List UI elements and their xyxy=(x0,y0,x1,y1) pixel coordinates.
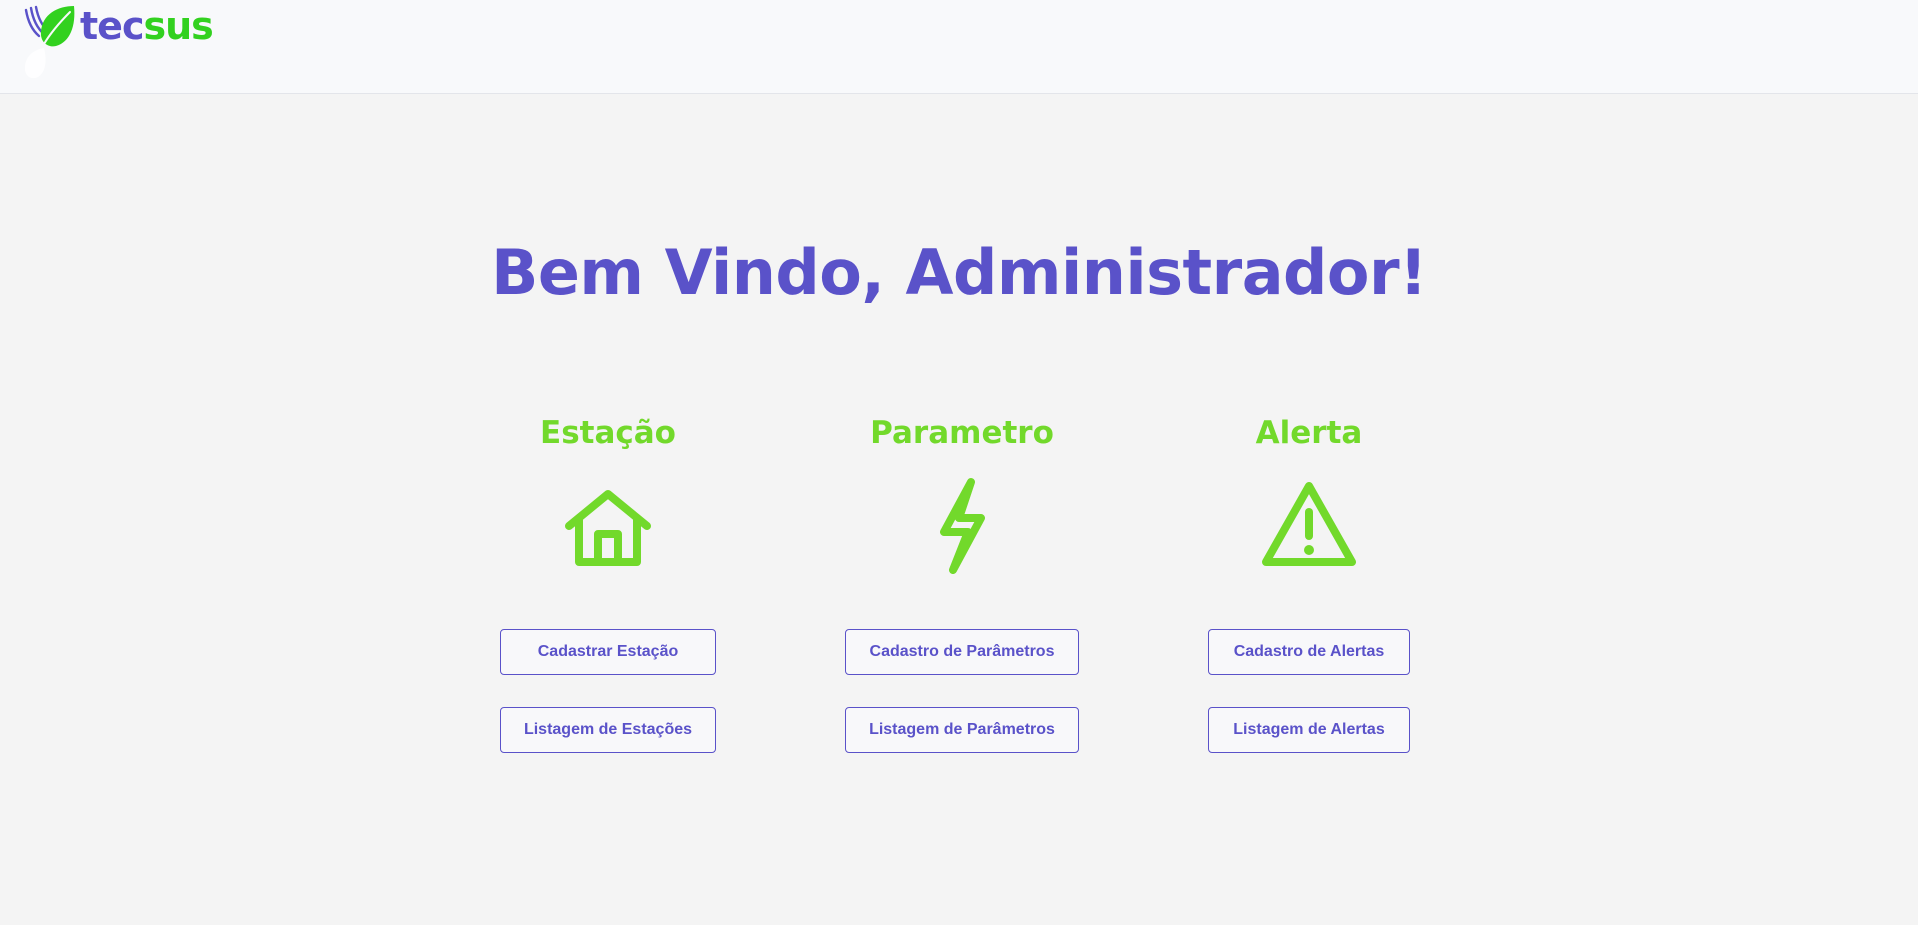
leaf-logo-icon xyxy=(24,5,75,47)
cadastro-parametros-button[interactable]: Cadastro de Parâmetros xyxy=(845,629,1079,675)
cadastro-alertas-button[interactable]: Cadastro de Alertas xyxy=(1208,629,1410,675)
section-estacao: Estação Cadastrar Estação Listagem de Es… xyxy=(500,410,716,753)
tecsus-logo[interactable]: tecsus xyxy=(22,4,214,48)
section-title-parametro: Parametro xyxy=(870,415,1054,451)
lightning-icon xyxy=(940,478,985,574)
faded-leaf-icon xyxy=(24,48,46,79)
section-parametro: Parametro Cadastro de Parâmetros Listage… xyxy=(845,410,1079,753)
listagem-estacoes-button[interactable]: Listagem de Estações xyxy=(500,707,716,753)
logo-text-tec: tec xyxy=(80,4,144,48)
listagem-parametros-button[interactable]: Listagem de Parâmetros xyxy=(845,707,1079,753)
welcome-heading: Bem Vindo, Administrador! xyxy=(491,236,1427,309)
warning-triangle-icon xyxy=(1262,482,1356,566)
section-title-alerta: Alerta xyxy=(1255,415,1363,451)
listagem-alertas-button[interactable]: Listagem de Alertas xyxy=(1208,707,1410,753)
logo-wordmark: tecsus xyxy=(80,4,214,48)
logo-text-sus: sus xyxy=(143,4,213,48)
section-title-estacao: Estação xyxy=(540,415,676,451)
top-header: tecsus xyxy=(0,0,1918,94)
house-icon xyxy=(565,490,651,566)
section-alerta: Alerta Cadastro de Alertas Listagem de A… xyxy=(1208,410,1410,753)
cadastrar-estacao-button[interactable]: Cadastrar Estação xyxy=(500,629,716,675)
